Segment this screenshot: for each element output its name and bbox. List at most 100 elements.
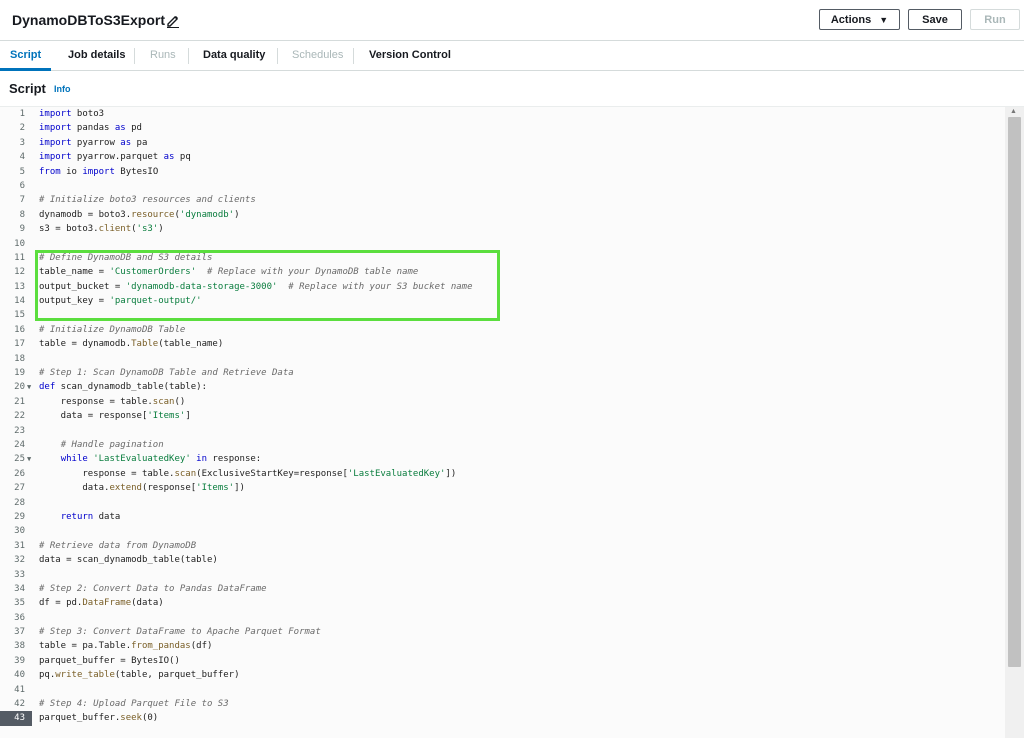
code-text: df = pd.DataFrame(data) — [39, 598, 164, 609]
line-number: 1 — [19, 109, 25, 119]
code-line[interactable]: 4 import pyarrow.parquet as pq — [0, 150, 1005, 164]
tab-data-quality[interactable]: Data quality — [203, 49, 265, 61]
code-text: output_key = 'parquet-output/' — [39, 296, 202, 307]
line-number: 11 — [14, 252, 25, 263]
code-line[interactable]: 8 dynamodb = boto3.resource('dynamodb') — [0, 208, 1005, 222]
code-line[interactable]: 16 # Initialize DynamoDB Table — [0, 323, 1005, 337]
code-text: # Initialize DynamoDB Table — [39, 324, 186, 335]
actions-label: Actions — [830, 13, 872, 26]
code-line[interactable]: 34 # Step 2: Convert Data to Pandas DataF… — [0, 582, 1005, 596]
code-line[interactable]: 29 return data — [0, 510, 1005, 524]
vertical-scrollbar[interactable]: ▲ — [1005, 107, 1024, 738]
line-number: 26 — [14, 468, 25, 479]
code-line[interactable]: 13 output_bucket = 'dynamodb-data-storage… — [0, 280, 1005, 294]
code-line[interactable]: 32 data = scan_dynamodb_table(table) — [0, 553, 1005, 567]
code-text: def scan_dynamodb_table(table): — [39, 382, 207, 393]
code-line[interactable]: 28 — [0, 496, 1005, 510]
tab-script[interactable]: Script — [10, 49, 41, 61]
code-line[interactable]: 41 — [0, 683, 1005, 697]
code-text: # Step 3: Convert DataFrame to Apache Pa… — [39, 627, 321, 638]
code-text: import pyarrow as pa — [39, 137, 148, 148]
code-line[interactable]: 3 import pyarrow as pa — [0, 136, 1005, 150]
code-text: s3 = boto3.client('s3') — [39, 224, 164, 235]
tab-version-control[interactable]: Version Control — [369, 49, 451, 61]
code-line[interactable]: 30 — [0, 524, 1005, 538]
code-line[interactable]: 22 data = response['Items'] — [0, 409, 1005, 423]
code-line[interactable]: 15 — [0, 308, 1005, 322]
scrollbar-thumb[interactable] — [1008, 117, 1021, 667]
code-line[interactable]: 23 — [0, 424, 1005, 438]
code-text: # Handle pagination — [60, 439, 164, 450]
code-line[interactable]: 27 data.extend(response['Items']) — [0, 481, 1005, 495]
code-line[interactable]: 5 from io import BytesIO — [0, 165, 1005, 179]
code-line[interactable]: 25 ▼ while 'LastEvaluatedKey' in response… — [0, 452, 1005, 466]
line-number: 15 — [14, 310, 25, 321]
code-line[interactable]: 37 # Step 3: Convert DataFrame to Apache … — [0, 625, 1005, 639]
code-line[interactable]: 42 # Step 4: Upload Parquet File to S3 — [0, 697, 1005, 711]
line-number: 7 — [19, 195, 25, 206]
line-number: 18 — [14, 353, 25, 364]
fold-arrow-icon[interactable]: ▼ — [27, 452, 31, 466]
code-line[interactable]: 10 — [0, 237, 1005, 251]
code-line[interactable]: 20 ▼ def scan_dynamodb_table(table): — [0, 380, 1005, 394]
line-number: 20 — [14, 382, 25, 393]
active-tab-indicator — [0, 68, 51, 71]
code-line[interactable]: 31 # Retrieve data from DynamoDB — [0, 539, 1005, 553]
code-line[interactable]: 18 — [0, 352, 1005, 366]
code-line[interactable]: 43 parquet_buffer.seek(0) — [0, 711, 1005, 726]
code-line[interactable]: 17 table = dynamodb.Table(table_name) — [0, 337, 1005, 351]
save-button[interactable]: Save — [908, 9, 962, 30]
code-editor[interactable]: 1 import boto3 2 import pandas as pd 3 import… — [0, 106, 1024, 738]
code-line[interactable]: 39 parquet_buffer = BytesIO() — [0, 654, 1005, 668]
code-line[interactable]: 24 # Handle pagination — [0, 438, 1005, 452]
line-number: 38 — [14, 641, 25, 652]
code-line[interactable]: 12 table_name = 'CustomerOrders' # Replac… — [0, 265, 1005, 279]
code-text: # Retrieve data from DynamoDB — [39, 540, 197, 551]
info-link[interactable]: Info — [54, 84, 71, 94]
code-line[interactable]: 33 — [0, 568, 1005, 582]
code-line[interactable]: 40 pq.write_table(table, parquet_buffer) — [0, 668, 1005, 682]
tab-runs[interactable]: Runs — [150, 49, 176, 61]
line-number: 21 — [14, 396, 25, 407]
line-number: 37 — [14, 627, 25, 638]
code-line[interactable]: 38 table = pa.Table.from_pandas(df) — [0, 639, 1005, 653]
code-line[interactable]: 21 response = table.scan() — [0, 395, 1005, 409]
line-number: 22 — [14, 411, 25, 422]
code-line[interactable]: 9 s3 = boto3.client('s3') — [0, 222, 1005, 236]
tab-divider — [277, 48, 278, 64]
tab-bar: Script Job details Runs Data quality Sch… — [0, 41, 1024, 71]
code-text: table = dynamodb.Table(table_name) — [39, 339, 224, 350]
code-text: response = table.scan() — [39, 396, 186, 407]
line-number: 2 — [19, 123, 25, 134]
code-text: # Initialize boto3 resources and clients — [39, 195, 256, 206]
code-text: output_bucket = 'dynamodb-data-storage-3… — [39, 281, 473, 292]
code-line[interactable]: 2 import pandas as pd — [0, 121, 1005, 135]
code-text: parquet_buffer.seek(0) — [39, 713, 159, 724]
code-line[interactable]: 7 # Initialize boto3 resources and client… — [0, 193, 1005, 207]
code-text: data = scan_dynamodb_table(table) — [39, 555, 218, 566]
code-line[interactable]: 6 — [0, 179, 1005, 193]
code-line[interactable]: 14 output_key = 'parquet-output/' — [0, 294, 1005, 308]
line-number: 27 — [14, 483, 25, 494]
code-text: parquet_buffer = BytesIO() — [39, 655, 180, 666]
line-number: 32 — [14, 555, 25, 566]
edit-pencil-icon[interactable] — [166, 12, 180, 28]
code-line[interactable]: 1 import boto3 — [0, 107, 1005, 121]
code-lines[interactable]: 1 import boto3 2 import pandas as pd 3 import… — [0, 107, 1005, 726]
code-line[interactable]: 11 # Define DynamoDB and S3 details — [0, 251, 1005, 265]
code-line[interactable]: 35 df = pd.DataFrame(data) — [0, 596, 1005, 610]
line-number: 34 — [14, 583, 25, 594]
actions-button[interactable]: Actions ▼ — [819, 9, 900, 30]
code-line[interactable]: 26 response = table.scan(ExclusiveStartK… — [0, 467, 1005, 481]
run-button[interactable]: Run — [970, 9, 1020, 30]
line-number: 9 — [19, 224, 25, 235]
line-number: 39 — [14, 655, 25, 666]
scroll-up-arrow-icon[interactable]: ▲ — [1010, 108, 1017, 115]
tab-job-details[interactable]: Job details — [68, 49, 125, 61]
tab-schedules[interactable]: Schedules — [292, 49, 343, 61]
code-line[interactable]: 36 — [0, 611, 1005, 625]
fold-arrow-icon[interactable]: ▼ — [27, 380, 31, 394]
code-text: data = response['Items'] — [39, 411, 191, 422]
code-line[interactable]: 19 # Step 1: Scan DynamoDB Table and Retr… — [0, 366, 1005, 380]
code-text: table = pa.Table.from_pandas(df) — [39, 641, 213, 652]
